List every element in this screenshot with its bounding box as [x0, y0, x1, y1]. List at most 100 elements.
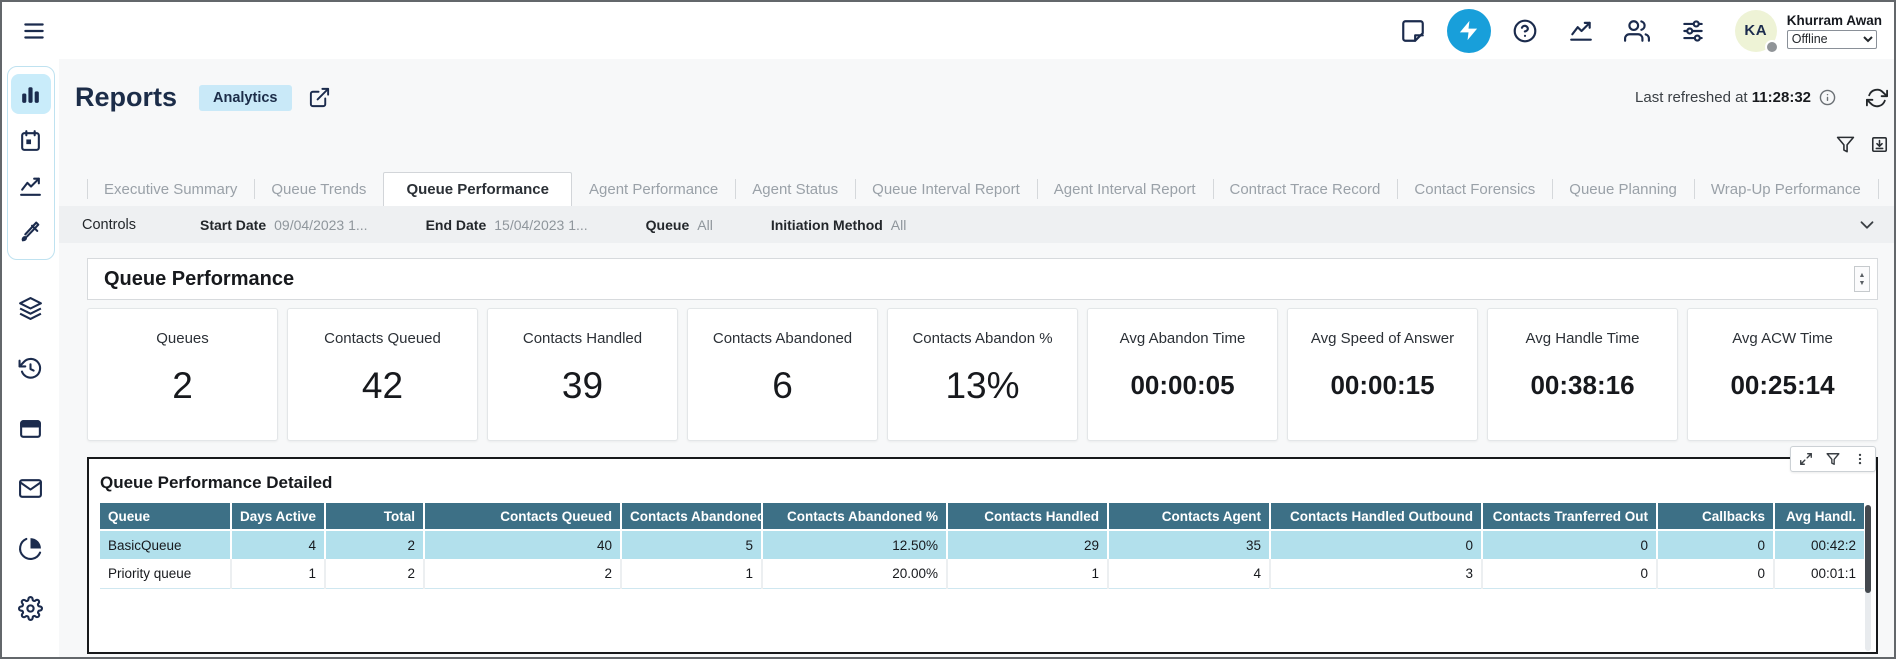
tab-executive-summary[interactable]: Executive Summary — [87, 172, 254, 206]
user-name: Khurram Awan — [1787, 13, 1882, 28]
hamburger-icon — [21, 18, 47, 44]
kpi-label: Queues — [156, 330, 209, 347]
layers-icon — [18, 296, 43, 321]
chevron-down-icon[interactable] — [1856, 214, 1878, 236]
sidebar-item-design[interactable] — [11, 212, 51, 252]
column-header-total[interactable]: Total — [325, 503, 424, 530]
cell: 40 — [424, 530, 621, 559]
kpi-queues: Queues2 — [87, 308, 278, 441]
avatar[interactable]: KA — [1735, 10, 1777, 52]
download-button[interactable] — [1870, 135, 1889, 154]
info-button[interactable] — [1819, 89, 1836, 106]
refresh-button[interactable] — [1866, 87, 1888, 109]
section-title: Queue Performance — [104, 268, 1854, 291]
controls-bar: Controls Start Date09/04/2023 1...End Da… — [59, 206, 1894, 243]
expand-button[interactable] — [1799, 452, 1813, 466]
widget-toolbar — [1790, 446, 1876, 472]
cell: 5 — [621, 530, 762, 559]
external-link-icon[interactable] — [308, 86, 331, 109]
widget-filter-button[interactable] — [1826, 452, 1840, 466]
tab-queue-planning[interactable]: Queue Planning — [1552, 172, 1694, 206]
kebab-icon — [1853, 452, 1867, 466]
table-row-basicqueue[interactable]: BasicQueue4240512.50%293500000:42:2 — [100, 530, 1864, 559]
sliders-button[interactable] — [1665, 8, 1721, 54]
tab-contract-trace-record[interactable]: Contract Trace Record — [1213, 172, 1398, 206]
sidebar-item-window[interactable] — [11, 408, 51, 448]
column-header-contacts-queued[interactable]: Contacts Queued — [424, 503, 621, 530]
table-row-priority-queue[interactable]: Priority queue122120.00%1430000:01:1 — [100, 559, 1864, 588]
cell: 3 — [1270, 559, 1482, 588]
sidebar-item-layers[interactable] — [11, 288, 51, 328]
filter-button[interactable] — [1836, 135, 1855, 154]
kpi-contacts-handled: Contacts Handled39 — [487, 308, 678, 441]
status-select[interactable]: Offline — [1787, 30, 1877, 49]
section-header: Queue Performance ▲▼ — [87, 258, 1878, 300]
control-end-date[interactable]: End Date15/04/2023 1... — [426, 217, 588, 233]
tab-agent-performance[interactable]: Agent Performance — [572, 172, 735, 206]
notes-button[interactable] — [1385, 8, 1441, 54]
table-scrollbar[interactable] — [1865, 505, 1871, 651]
help-button[interactable] — [1497, 8, 1553, 54]
lightning-icon — [1457, 19, 1480, 42]
column-header-contacts-handled[interactable]: Contacts Handled — [947, 503, 1108, 530]
tab-queue-interval-report[interactable]: Queue Interval Report — [855, 172, 1037, 206]
tab-queue-performance[interactable]: Queue Performance — [383, 172, 572, 206]
column-header-days-active[interactable]: Days Active — [231, 503, 325, 530]
sidebar-item-calendar[interactable] — [11, 120, 51, 160]
mail-icon — [18, 476, 43, 501]
calendar-icon — [18, 128, 43, 153]
cell: BasicQueue — [100, 530, 231, 559]
lightning-button[interactable] — [1447, 9, 1491, 53]
section-scroll-control[interactable]: ▲▼ — [1854, 266, 1870, 292]
column-header-avg-handl[interactable]: Avg Handl. — [1774, 503, 1864, 530]
table-wrap: QueueDays ActiveTotalContacts QueuedCont… — [100, 503, 1864, 589]
column-header-contacts-handled-outbound[interactable]: Contacts Handled Outbound — [1270, 503, 1482, 530]
control-field-value: All — [697, 217, 713, 233]
hamburger-menu-button[interactable] — [17, 14, 51, 48]
tab-queue-trends[interactable]: Queue Trends — [254, 172, 383, 206]
last-refreshed-text: Last refreshed at 11:28:32 — [1635, 89, 1811, 106]
status-dot — [1765, 40, 1779, 54]
column-header-queue[interactable]: Queue — [100, 503, 231, 530]
column-header-contacts-abandoned[interactable]: Contacts Abandoned % — [762, 503, 947, 530]
control-start-date[interactable]: Start Date09/04/2023 1... — [200, 217, 368, 233]
column-header-contacts-tranferred-out[interactable]: Contacts Tranferred Out — [1482, 503, 1657, 530]
sidebar-item-trend[interactable] — [11, 166, 51, 206]
kpi-contacts-abandon: Contacts Abandon %13% — [887, 308, 1078, 441]
kpi-row: Queues2Contacts Queued42Contacts Handled… — [87, 308, 1878, 441]
kpi-value: 00:25:14 — [1730, 347, 1834, 440]
app-window: KA Khurram Awan Offline Reports Analytic… — [0, 0, 1896, 659]
sidebar-item-history[interactable] — [11, 348, 51, 388]
tab-agent-interval-report[interactable]: Agent Interval Report — [1037, 172, 1213, 206]
users-button[interactable] — [1609, 8, 1665, 54]
sidebar-item-pie-chart[interactable] — [11, 528, 51, 568]
column-header-contacts-agent[interactable]: Contacts Agent — [1108, 503, 1270, 530]
control-initiation-method[interactable]: Initiation MethodAll — [771, 217, 907, 233]
cell: 0 — [1657, 559, 1774, 588]
cell: 4 — [1108, 559, 1270, 588]
sidebar-item-bar-chart[interactable] — [11, 74, 51, 114]
report-filter-row — [59, 122, 1894, 160]
scrollbar-thumb[interactable] — [1865, 505, 1871, 593]
kpi-label: Avg Handle Time — [1526, 330, 1640, 347]
control-queue[interactable]: Queue All — [646, 217, 713, 233]
funnel-icon — [1826, 452, 1840, 466]
tab-wrap-up-performance[interactable]: Wrap-Up Performance — [1694, 172, 1878, 206]
sidebar-item-mail[interactable] — [11, 468, 51, 508]
control-field-value: 09/04/2023 1... — [274, 217, 367, 233]
window-icon — [18, 416, 43, 441]
kpi-value: 00:00:05 — [1130, 347, 1234, 440]
sidebar-item-settings[interactable] — [11, 588, 51, 628]
shell: Reports Analytics Last refreshed at 11:2… — [2, 59, 1894, 657]
refresh-area: Last refreshed at 11:28:32 — [1635, 87, 1888, 109]
kpi-avg-acw-time: Avg ACW Time00:25:14 — [1687, 308, 1878, 441]
tab-agent-status[interactable]: Agent Status — [735, 172, 855, 206]
widget-menu-button[interactable] — [1853, 452, 1867, 466]
column-header-contacts-abandoned[interactable]: Contacts Abandoned — [621, 503, 762, 530]
column-header-callbacks[interactable]: Callbacks — [1657, 503, 1774, 530]
cell: 00:01:1 — [1774, 559, 1864, 588]
kpi-contacts-abandoned: Contacts Abandoned6 — [687, 308, 878, 441]
control-field-label: Queue — [646, 217, 690, 233]
tab-contact-forensics[interactable]: Contact Forensics — [1397, 172, 1552, 206]
line-chart-button[interactable] — [1553, 8, 1609, 54]
